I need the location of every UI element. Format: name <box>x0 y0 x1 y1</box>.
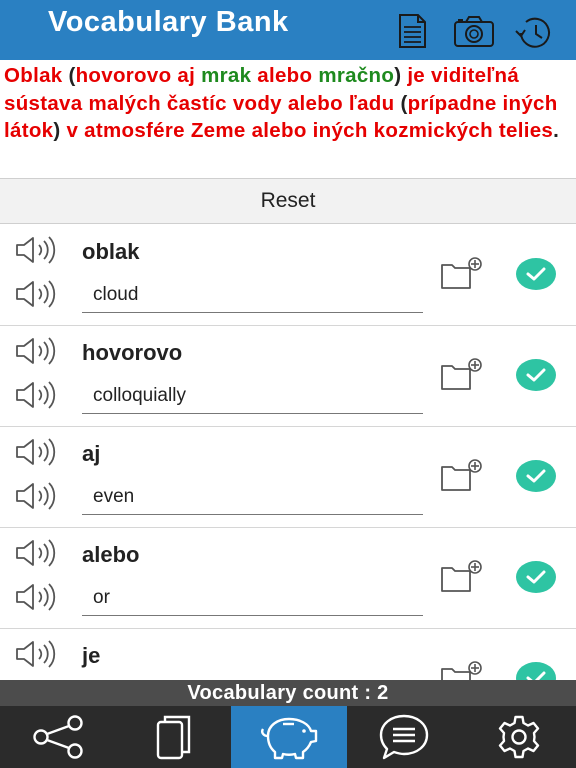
speaker-icon[interactable] <box>14 235 60 265</box>
cards-icon <box>156 715 191 760</box>
sentence-segment: mrak <box>195 64 258 87</box>
tab-share[interactable] <box>0 706 116 768</box>
tab-vocabulary-bank[interactable] <box>231 706 347 768</box>
speaker-icon[interactable] <box>14 437 60 467</box>
sentence-segment: ( <box>394 91 408 115</box>
add-to-folder-icon[interactable] <box>438 255 484 291</box>
vocab-word: je <box>82 643 101 668</box>
add-to-folder-icon[interactable] <box>438 558 484 594</box>
speaker-icon[interactable] <box>14 481 60 511</box>
speaker-icon[interactable] <box>14 279 60 309</box>
tab-chat[interactable] <box>346 706 462 768</box>
add-to-folder-icon[interactable] <box>438 659 484 680</box>
check-icon[interactable] <box>516 460 556 492</box>
vocab-row: alebo <box>0 528 576 629</box>
sentence-segment: ) <box>53 119 67 142</box>
speaker-icon[interactable] <box>14 336 60 366</box>
tab-bar <box>0 706 576 768</box>
reset-button[interactable]: Reset <box>0 178 576 224</box>
share-icon <box>33 715 83 759</box>
vocabulary-list: oblak hovorovo aj alebo je <box>0 224 576 680</box>
vocabulary-count: Vocabulary count : 2 <box>0 680 576 706</box>
check-icon[interactable] <box>516 662 556 680</box>
vocab-row: aj <box>0 427 576 528</box>
vocab-row: oblak <box>0 225 576 326</box>
speaker-icon[interactable] <box>14 538 60 568</box>
app-header: Vocabulary Bank <box>0 0 576 60</box>
camera-icon[interactable] <box>452 11 496 51</box>
chat-icon <box>379 714 429 760</box>
translation-input[interactable] <box>82 580 423 616</box>
translation-input[interactable] <box>82 277 423 313</box>
speaker-icon[interactable] <box>14 582 60 612</box>
sentence-segment: ) <box>394 64 408 87</box>
check-icon[interactable] <box>516 561 556 593</box>
sentence-segment: v atmosfére Zeme alebo iných kozmických … <box>66 119 554 142</box>
translation-input[interactable] <box>82 378 423 414</box>
check-icon[interactable] <box>516 258 556 290</box>
sentence-segment: hovorovo aj <box>75 64 196 87</box>
vocab-row: je <box>0 629 576 680</box>
vocab-word: hovorovo <box>82 340 183 365</box>
speaker-icon[interactable] <box>14 380 60 410</box>
sentence-segment: alebo <box>257 64 313 87</box>
tab-settings[interactable] <box>461 706 576 768</box>
add-to-folder-icon[interactable] <box>438 356 484 392</box>
translation-input[interactable] <box>82 479 423 515</box>
history-icon[interactable] <box>512 11 556 51</box>
vocab-word: oblak <box>82 239 140 264</box>
settings-icon <box>498 715 539 759</box>
add-to-folder-icon[interactable] <box>438 457 484 493</box>
document-icon[interactable] <box>392 11 432 51</box>
speaker-icon[interactable] <box>14 639 60 669</box>
sentence-segment: ( <box>62 64 76 87</box>
vocab-word: alebo <box>82 542 140 567</box>
piggy-bank-icon <box>261 717 318 760</box>
page-title: Vocabulary Bank <box>48 6 289 38</box>
tab-cards[interactable] <box>116 706 232 768</box>
vocab-row: hovorovo <box>0 326 576 427</box>
source-sentence: Oblak (hovorovo aj mrak alebo mračno) je… <box>4 62 570 145</box>
vocab-word: aj <box>82 441 101 466</box>
sentence-segment: Oblak <box>4 64 63 87</box>
sentence-segment: mračno <box>312 64 395 87</box>
check-icon[interactable] <box>516 359 556 391</box>
sentence-segment: . <box>553 119 560 142</box>
